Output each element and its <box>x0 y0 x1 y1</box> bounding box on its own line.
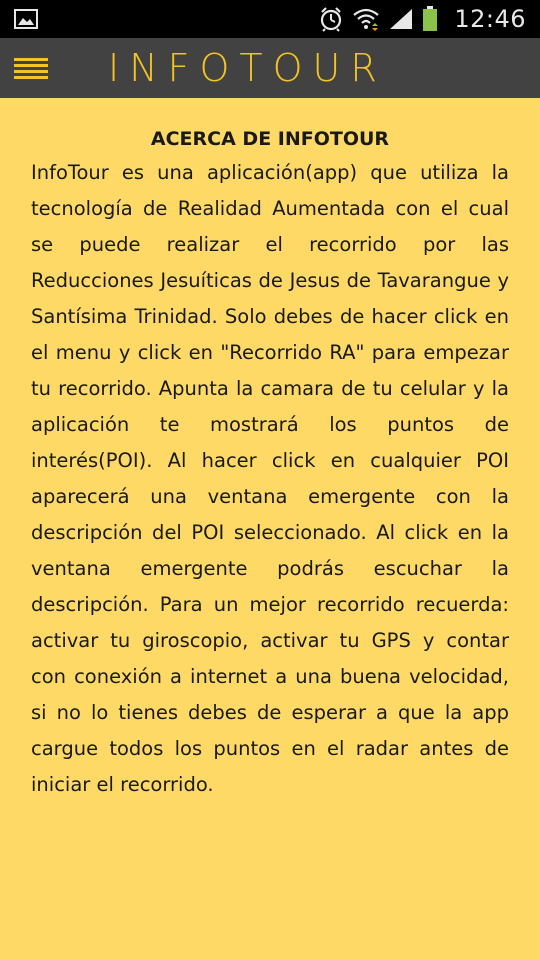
app-title: INFOTOUR <box>108 46 387 90</box>
wifi-icon <box>353 8 380 31</box>
image-icon <box>14 9 38 29</box>
about-section: ACERCA DE INFOTOUR InfoTour es una aplic… <box>31 126 509 803</box>
status-bar: 12:46 <box>0 0 540 38</box>
battery-icon <box>423 6 438 31</box>
alarm-icon <box>321 7 342 32</box>
signal-icon <box>390 9 413 29</box>
clock: 12:46 <box>454 5 526 33</box>
hamburger-menu-icon[interactable] <box>14 58 48 84</box>
status-icons: 12:46 <box>318 0 526 38</box>
app-bar: INFOTOUR <box>0 38 540 98</box>
about-body: InfoTour es una aplicación(app) que util… <box>31 161 509 796</box>
about-heading: ACERCA DE INFOTOUR <box>150 128 390 150</box>
